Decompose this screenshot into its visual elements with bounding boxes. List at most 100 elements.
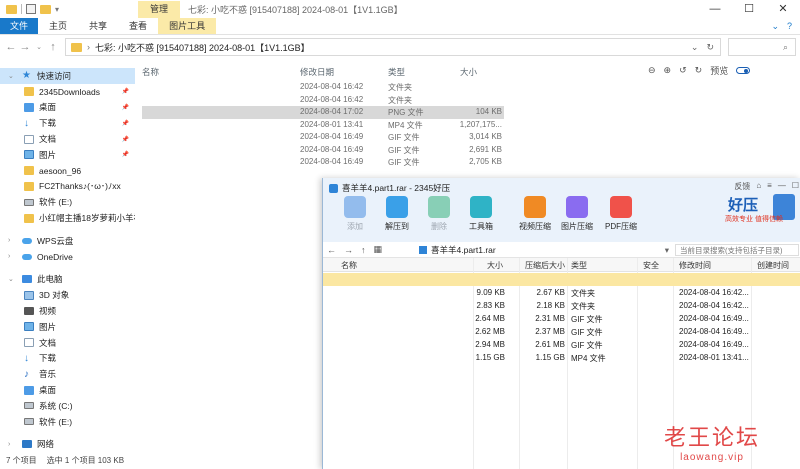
sidebar-item[interactable]: 文档 xyxy=(0,335,135,351)
back-button[interactable]: ← xyxy=(4,41,18,53)
file-row[interactable]: 喜羊羊4.mp4_20240804_1649092024-08-04 16:49… xyxy=(142,131,504,144)
sidebar-item[interactable]: 文档 📌 xyxy=(0,131,135,147)
sidebar-item[interactable]: ↓ 下载 📌 xyxy=(0,115,135,131)
file-row[interactable]: {6E441C46-EB74-4b36-907E-480F76D...2024-… xyxy=(142,106,504,119)
column-name[interactable]: 名称 xyxy=(341,260,357,271)
column-size[interactable]: 大小 xyxy=(460,66,477,78)
view-mode-icon[interactable]: ▦ xyxy=(374,244,383,255)
column-name[interactable]: 名称 xyxy=(142,66,159,78)
column-compressed-size[interactable]: 压缩后大小 xyxy=(525,260,565,271)
image-compress-button[interactable]: 图片压缩 xyxy=(557,196,597,232)
address-dropdown-icon[interactable]: ⌄ xyxy=(691,42,699,53)
sidebar-item[interactable]: › 网络 xyxy=(0,437,135,453)
rotate-left-icon[interactable]: ↺ xyxy=(679,65,687,76)
properties-icon[interactable] xyxy=(26,4,36,14)
path-dropdown-icon[interactable]: ▾ xyxy=(665,245,669,256)
zoom-out-icon[interactable]: ⊖ xyxy=(648,65,656,76)
sidebar-item[interactable]: 视频 xyxy=(0,303,135,319)
minimize-button[interactable]: — xyxy=(698,0,732,18)
file-row[interactable]: __MACOSX2024-08-04 16:42文件夹 xyxy=(142,81,504,94)
forward-button[interactable]: → xyxy=(18,41,32,53)
tab-view[interactable]: 查看 xyxy=(118,18,158,34)
archive-item-type: MP4 文件 xyxy=(571,354,606,363)
sidebar-item[interactable]: 图片 xyxy=(0,319,135,335)
file-row[interactable]: 喜羊羊4.mp4_20240804_1649462024-08-04 16:49… xyxy=(142,156,504,169)
pdf-compress-button[interactable]: PDF压缩 xyxy=(601,196,641,232)
extract-to-button[interactable]: 解压到 xyxy=(377,196,417,232)
archive-row[interactable]: 上老王论坛当老王9.09 KB2.67 KB文件夹2024-08-04 16:4… xyxy=(323,286,800,299)
column-security[interactable]: 安全 xyxy=(643,260,659,271)
zoom-in-icon[interactable]: ⊕ xyxy=(664,65,672,76)
expand-chevron-icon[interactable]: ⌄ xyxy=(8,275,14,283)
sidebar-item[interactable]: 软件 (E:) xyxy=(0,194,135,210)
sidebar-item[interactable]: › WPS云盘 xyxy=(0,233,135,249)
cloud-icon xyxy=(22,253,32,260)
sidebar-item[interactable]: ⌄ ★ 快速访问 xyxy=(0,68,135,84)
maximize-button[interactable]: ☐ xyxy=(732,0,766,18)
column-size[interactable]: 大小 xyxy=(487,260,503,271)
sidebar-item[interactable]: 桌面 xyxy=(0,382,135,398)
manage-tab[interactable]: 管理 xyxy=(138,1,180,18)
chevron-down-icon[interactable]: ▾ xyxy=(55,5,59,14)
expand-chevron-icon[interactable]: › xyxy=(8,237,10,244)
recent-dropdown-icon[interactable]: ⌄ xyxy=(32,43,46,51)
preview-toggle[interactable] xyxy=(736,67,751,74)
sidebar-item[interactable]: ♪ 音乐 xyxy=(0,366,135,382)
delete-button[interactable]: 删除 xyxy=(419,196,459,232)
tab-share[interactable]: 共享 xyxy=(78,18,118,34)
column-type[interactable]: 类型 xyxy=(571,260,587,271)
archive-row[interactable]: 喜羊羊4.mp4_20240804_164...2.94 MB2.61 MBGI… xyxy=(323,338,800,351)
toolbox-button[interactable]: 工具箱 xyxy=(461,196,501,232)
search-input[interactable]: ⌕ xyxy=(728,38,796,56)
refresh-icon[interactable]: ↻ xyxy=(706,42,714,53)
archive-search-input[interactable]: 当前目录搜索(支持包括子目录) xyxy=(675,244,799,256)
help-icon[interactable]: ? xyxy=(787,21,792,31)
archive-path: 喜羊羊4.part1.rar xyxy=(431,245,496,255)
sidebar-item[interactable]: 3D 对象 xyxy=(0,287,135,303)
rotate-right-icon[interactable]: ↻ xyxy=(695,65,703,76)
add-button[interactable]: 添加 xyxy=(335,196,375,232)
archive-row[interactable]: 喜羊羊4.mp4_20240804_164...2.62 MB2.37 MBGI… xyxy=(323,325,800,338)
column-type[interactable]: 类型 xyxy=(388,66,405,78)
column-modified[interactable]: 修改时间 xyxy=(679,260,711,271)
sidebar-item[interactable]: 图片 📌 xyxy=(0,147,135,163)
sidebar-item[interactable]: aesoon_96 xyxy=(0,163,135,179)
archive-row[interactable]: ..(上层目录) xyxy=(323,273,800,286)
close-button[interactable]: ✕ xyxy=(766,0,800,18)
archive-path-bar[interactable]: 喜羊羊4.part1.rar ▾ xyxy=(419,244,671,256)
sidebar-item[interactable]: 2345Downloads 📌 xyxy=(0,84,135,100)
expand-chevron-icon[interactable]: › xyxy=(8,441,10,448)
sidebar-item[interactable]: ↓ 下载 xyxy=(0,351,135,367)
archive-row[interactable]: 喜羊羊4.mp4 --> *1.15 GB1.15 GBMP4 文件2024-0… xyxy=(323,351,800,364)
address-bar[interactable]: › 七彩: 小吃不惑 [915407188] 2024-08-01【1V1.1G… xyxy=(65,38,721,56)
file-row[interactable]: 喜羊羊4.mp4_20240804_1649232024-08-04 16:49… xyxy=(142,144,504,157)
expand-chevron-icon[interactable]: ⌄ xyxy=(8,72,14,80)
back-button[interactable]: ← xyxy=(327,245,336,255)
forward-button[interactable]: → xyxy=(344,245,353,255)
video-compress-button[interactable]: 视频压缩 xyxy=(515,196,555,232)
sidebar-item[interactable]: 系统 (C:) xyxy=(0,398,135,414)
sidebar-item[interactable]: 小红帽主播18岁萝莉小羊裸播 xyxy=(0,210,135,226)
file-row[interactable]: 上老王论坛当老王2024-08-04 16:42文件夹 xyxy=(142,94,504,107)
column-date[interactable]: 修改日期 xyxy=(300,66,334,78)
sidebar-item[interactable]: 软件 (E:) xyxy=(0,414,135,430)
star-icon: ★ xyxy=(22,70,31,82)
column-created[interactable]: 创建时间 xyxy=(757,260,789,271)
tab-picture-tools[interactable]: 图片工具 xyxy=(158,18,217,34)
file-row[interactable]: 喜羊羊42024-08-01 13:41MP4 文件1,207,175... xyxy=(142,119,504,132)
ribbon-tabs: 文件 主页 共享 查看 图片工具 ⌄ ? xyxy=(0,18,800,35)
tab-home[interactable]: 主页 xyxy=(38,18,78,34)
expand-ribbon-icon[interactable]: ⌄ xyxy=(771,21,779,32)
up-button[interactable]: ↑ xyxy=(46,41,60,53)
new-folder-icon[interactable] xyxy=(40,4,51,14)
archive-row[interactable]: 喜羊羊4.mp4_20240804_164...2.64 MB2.31 MBGI… xyxy=(323,312,800,325)
sidebar-item[interactable]: ⌄ 此电脑 xyxy=(0,272,135,288)
tab-file[interactable]: 文件 xyxy=(0,18,39,34)
sidebar-item[interactable]: › OneDrive xyxy=(0,249,135,265)
sidebar-item[interactable]: FC2Thanks♪(･ω･)ﾉxx xyxy=(0,179,135,195)
sidebar-item-label: 此电脑 xyxy=(37,274,63,285)
expand-chevron-icon[interactable]: › xyxy=(8,253,10,260)
up-button[interactable]: ↑ xyxy=(361,245,366,255)
archive-row[interactable]: __MACOSX2.83 KB2.18 KB文件夹2024-08-04 16:4… xyxy=(323,299,800,312)
sidebar-item[interactable]: 桌面 📌 xyxy=(0,100,135,116)
